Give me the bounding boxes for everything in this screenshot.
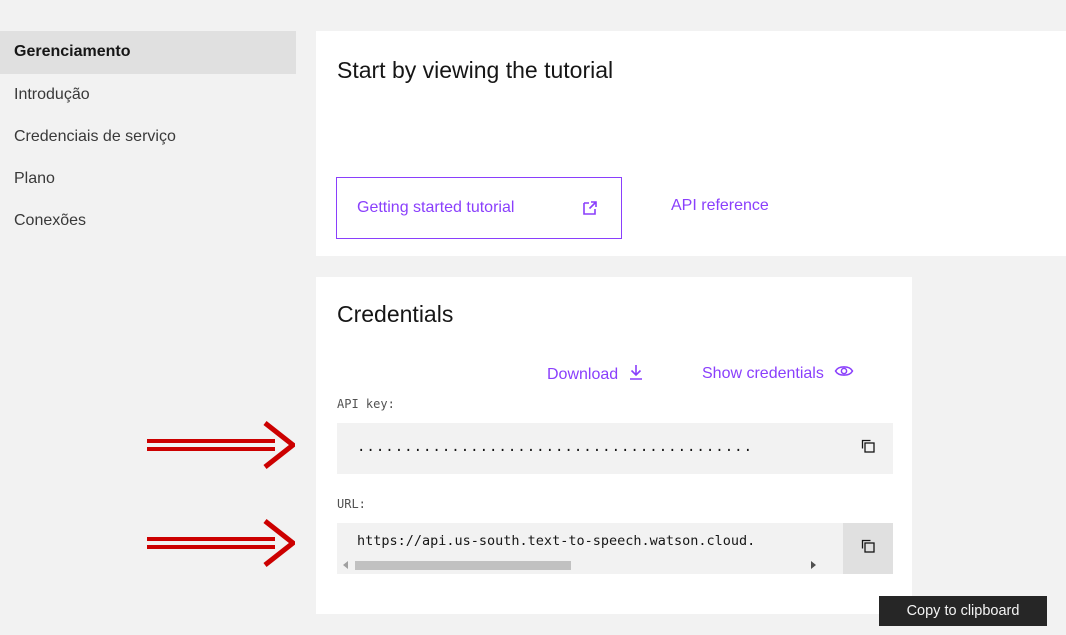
show-credentials-label: Show credentials — [702, 364, 824, 382]
sidebar-item-introducao[interactable]: Introdução — [0, 74, 296, 116]
copy-url-button[interactable] — [843, 523, 893, 574]
red-arrow-icon — [147, 519, 295, 567]
url-value: https://api.us-south.text-to-speech.wats… — [357, 533, 756, 549]
sidebar-item-gerenciamento[interactable]: Gerenciamento — [0, 31, 296, 74]
tutorial-title: Start by viewing the tutorial — [337, 57, 614, 83]
sidebar-item-credenciais[interactable]: Credenciais de serviço — [0, 116, 296, 158]
scroll-right-icon[interactable] — [811, 561, 816, 569]
copy-to-clipboard-tooltip: Copy to clipboard — [879, 596, 1047, 626]
sidebar-item-plano[interactable]: Plano — [0, 158, 296, 200]
scroll-left-icon[interactable] — [343, 561, 348, 569]
copy-icon — [860, 538, 876, 559]
copy-api-key-button[interactable] — [843, 423, 893, 474]
api-key-field[interactable]: ········································… — [337, 423, 893, 474]
credentials-card: Credentials Download Show credentials AP… — [316, 277, 912, 614]
url-horizontal-scrollbar[interactable] — [341, 559, 825, 571]
url-label: URL: — [337, 497, 366, 511]
sidebar-nav: Gerenciamento Introdução Credenciais de … — [0, 31, 296, 242]
scrollbar-thumb[interactable] — [355, 561, 571, 570]
copy-icon — [860, 438, 876, 459]
sidebar-item-conexoes[interactable]: Conexões — [0, 200, 296, 242]
download-icon — [618, 363, 644, 386]
tutorial-card: Start by viewing the tutorial Getting st… — [316, 31, 1066, 256]
api-key-label: API key: — [337, 397, 395, 411]
red-arrow-icon — [147, 421, 295, 469]
show-credentials-button[interactable]: Show credentials — [702, 363, 854, 384]
getting-started-tutorial-button[interactable]: Getting started tutorial — [336, 177, 622, 239]
download-label: Download — [547, 365, 619, 383]
credentials-title: Credentials — [337, 301, 454, 327]
download-button[interactable]: Download — [547, 363, 644, 386]
api-reference-link[interactable]: API reference — [671, 197, 769, 215]
external-link-icon — [581, 199, 599, 217]
eye-icon — [824, 363, 854, 384]
url-field[interactable]: https://api.us-south.text-to-speech.wats… — [337, 523, 893, 574]
tutorial-button-label: Getting started tutorial — [357, 199, 515, 216]
api-key-value: ········································… — [357, 443, 754, 459]
